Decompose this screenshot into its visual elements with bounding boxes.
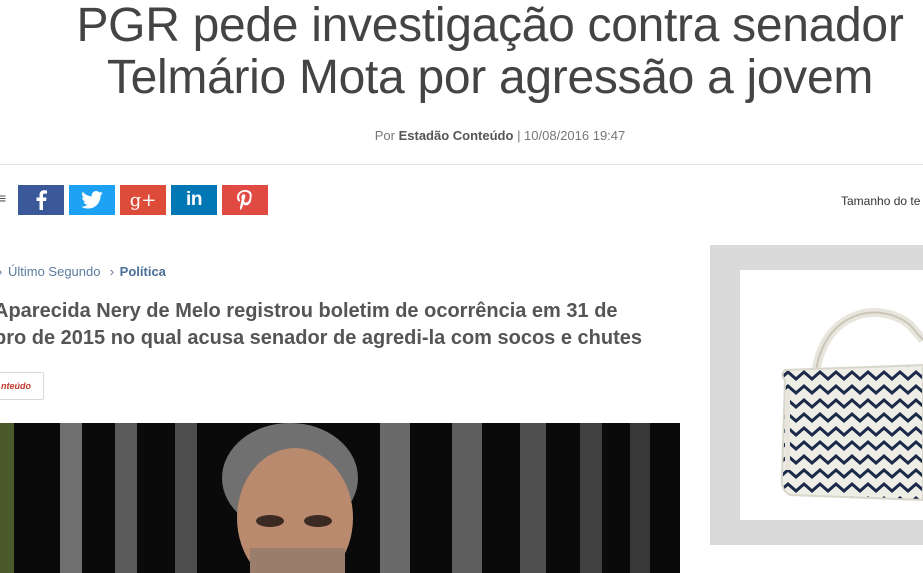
headline-line-2: Telmário Mota por agressão a jovem	[106, 51, 874, 104]
publish-date: | 10/08/2016 19:47	[517, 128, 626, 143]
twitter-icon	[81, 191, 103, 209]
facebook-icon	[36, 190, 47, 210]
share-facebook-button[interactable]	[18, 185, 64, 215]
pinterest-icon	[237, 190, 252, 210]
divider	[0, 164, 923, 165]
senator-photo-illustration	[0, 423, 680, 573]
breadcrumb-ultimo-segundo[interactable]: Último Segundo	[8, 264, 101, 279]
breadcrumb-separator: ›	[0, 264, 2, 279]
subtitle-line-1: Aparecida Nery de Melo registrou boletim…	[0, 300, 618, 322]
article-photo	[0, 423, 680, 573]
bag-product-image	[780, 308, 923, 502]
breadcrumb-separator: ›	[109, 264, 115, 279]
breadcrumb-politica[interactable]: Política	[120, 264, 166, 279]
source-tag[interactable]: nteúdo	[0, 372, 44, 400]
breadcrumb: › Último Segundo › Política	[0, 264, 166, 279]
linkedin-icon: in	[186, 189, 202, 210]
share-linkedin-button[interactable]: in	[171, 185, 217, 215]
byline: Por Estadão Conteúdo | 10/08/2016 19:47	[0, 128, 923, 143]
article-headline: PGR pede investigação contra senador Tel…	[30, 0, 923, 104]
author-link[interactable]: Estadão Conteúdo	[399, 128, 514, 143]
text-size-label[interactable]: Tamanho do te	[841, 194, 920, 208]
share-pinterest-button[interactable]	[222, 185, 268, 215]
source-tag-label: nteúdo	[1, 381, 31, 391]
sidebar-advertisement[interactable]	[710, 245, 923, 545]
ad-image[interactable]	[740, 270, 923, 520]
google-plus-icon: g+	[129, 189, 157, 211]
headline-line-1: PGR pede investigação contra senador	[76, 0, 904, 52]
byline-prefix: Por	[374, 128, 395, 143]
subtitle-line-2: bro de 2015 no qual acusa senador de agr…	[0, 327, 642, 349]
share-twitter-button[interactable]	[69, 185, 115, 215]
share-google-plus-button[interactable]: g+	[120, 185, 166, 215]
share-menu-icon[interactable]: ≡	[0, 190, 6, 206]
article-subtitle: Aparecida Nery de Melo registrou boletim…	[0, 298, 674, 352]
